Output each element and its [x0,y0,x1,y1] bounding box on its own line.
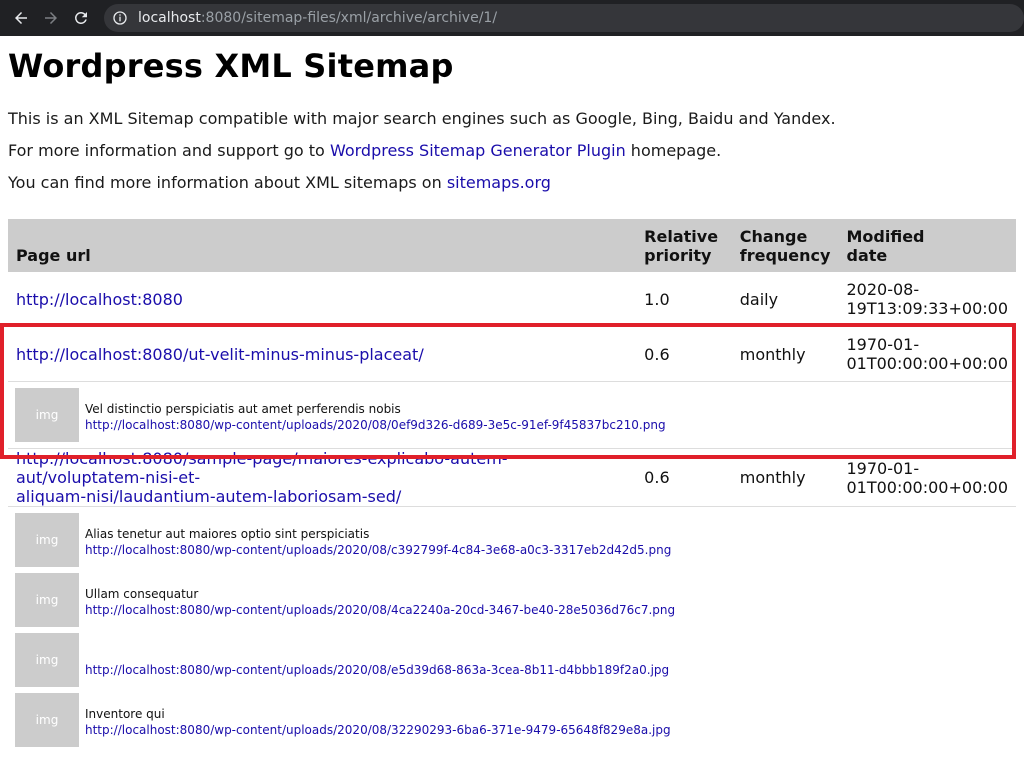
info-icon[interactable] [112,10,128,26]
url-cell: http://localhost:8080/sample-page/maiore… [8,448,637,507]
page-url-link[interactable]: http://localhost:8080/ut-velit-minus-min… [16,345,424,364]
image-caption: Ullam consequatur [85,587,199,601]
page-url-link[interactable]: http://localhost:8080 [16,290,183,309]
priority-cell: 0.6 [636,448,732,507]
url-host: localhost [138,10,201,26]
header-priority-line2: priority [644,246,712,265]
image-info: Inventore qui http://localhost:8080/wp-c… [85,702,671,738]
frequency-cell: monthly [731,448,839,507]
back-arrow-icon [15,12,27,24]
header-date-line1: Modified [846,227,925,246]
image-thumbnail[interactable]: img [15,633,79,687]
intro-text: This is an XML Sitemap compatible with m… [8,103,1016,199]
intro-line-1: This is an XML Sitemap compatible with m… [8,109,836,128]
image-url-link[interactable]: http://localhost:8080/wp-content/uploads… [85,663,669,677]
date-line1: 1970-01- [846,458,920,478]
image-entry: img Vel distinctio perspiciatis aut amet… [15,388,1016,442]
sitemaps-org-link[interactable]: sitemaps.org [447,173,551,192]
image-caption: Inventore qui [85,707,165,721]
image-url-link[interactable]: http://localhost:8080/wp-content/uploads… [85,418,666,432]
url-line1: http://localhost:8080/sample-page/maiore… [16,449,508,487]
modified-date-cell: 2020-08- 19T13:09:33+00:00 [838,272,1016,327]
image-url-link[interactable]: http://localhost:8080/wp-content/uploads… [85,603,675,617]
image-thumbnail[interactable]: img [15,693,79,747]
reload-icon [75,12,87,24]
table-row: http://localhost:8080 1.0 daily 2020-08-… [8,272,1016,327]
browser-toolbar: localhost:8080/sitemap-files/xml/archive… [0,0,1024,36]
intro-line-2-suffix: homepage. [625,141,722,160]
image-info: Ullam consequatur http://localhost:8080/… [85,582,675,618]
date-line2: 01T00:00:00+00:00 [846,354,1008,373]
page-url-link[interactable]: http://localhost:8080/sample-page/maiore… [16,449,508,506]
intro-line-2: For more information and support go to W… [8,135,1016,167]
images-row: img Vel distinctio perspiciatis aut amet… [8,381,1016,449]
image-caption: Vel distinctio perspiciatis aut amet per… [85,402,401,416]
image-info: http://localhost:8080/wp-content/uploads… [85,642,669,678]
url-text[interactable]: localhost:8080/sitemap-files/xml/archive… [138,10,497,26]
frequency-cell: monthly [731,326,839,382]
images-cell: img Vel distinctio perspiciatis aut amet… [8,381,1016,449]
images-cell: img Alias tenetur aut maiores optio sint… [8,507,1016,754]
header-modified-date: Modified date [838,219,1016,272]
header-page-url: Page url [8,219,637,272]
priority-cell: 1.0 [636,272,732,327]
date-line1: 1970-01- [846,335,920,354]
header-frequency: Change frequency [731,219,839,272]
table-header-row: Page url Relative priority Change frequenc… [8,219,1016,272]
date-line2: 01T00:00:00+00:00 [846,477,1008,497]
plugin-link[interactable]: Wordpress Sitemap Generator Plugin [330,141,626,160]
address-bar[interactable]: localhost:8080/sitemap-files/xml/archive… [104,4,1024,32]
header-date-line2: date [846,246,888,265]
forward-button[interactable] [36,3,66,33]
header-freq-line2: frequency [739,246,831,265]
date-line1: 2020-08- [846,280,920,299]
image-info: Vel distinctio perspiciatis aut amet per… [85,397,666,433]
image-entry: img Ullam consequatur http://localhost:8… [15,573,1016,627]
page-content: Wordpress XML Sitemap This is an XML Sit… [0,47,1024,753]
header-priority: Relative priority [636,219,732,272]
image-caption [85,646,669,662]
url-line2: aliquam-nisi/laudantium-autem-laboriosam… [16,487,402,506]
intro-line-3: You can find more information about XML … [8,167,1016,199]
header-priority-line1: Relative [644,227,719,246]
image-url-link[interactable]: http://localhost:8080/wp-content/uploads… [85,723,671,737]
image-info: Alias tenetur aut maiores optio sint per… [85,522,671,558]
image-thumbnail[interactable]: img [15,513,79,567]
modified-date-cell: 1970-01- 01T00:00:00+00:00 [838,326,1016,382]
image-entry: img http://localhost:8080/wp-content/upl… [15,633,1016,687]
priority-cell: 0.6 [636,326,732,382]
image-caption: Alias tenetur aut maiores optio sint per… [85,527,370,541]
modified-date-cell: 1970-01- 01T00:00:00+00:00 [838,448,1016,507]
forward-arrow-icon [45,12,57,24]
date-line2: 19T13:09:33+00:00 [846,299,1008,318]
image-entry: img Inventore qui http://localhost:8080/… [15,693,1016,747]
header-freq-line1: Change [739,227,808,246]
reload-button[interactable] [66,3,96,33]
table-row: http://localhost:8080/sample-page/maiore… [8,448,1016,507]
frequency-cell: daily [731,272,839,327]
images-row: img Alias tenetur aut maiores optio sint… [8,507,1016,754]
url-cell: http://localhost:8080 [8,272,637,327]
url-cell: http://localhost:8080/ut-velit-minus-min… [8,326,637,382]
intro-line-2-prefix: For more information and support go to [8,141,330,160]
url-path: :8080/sitemap-files/xml/archive/archive/… [200,10,498,26]
image-thumbnail[interactable]: img [15,573,79,627]
sitemap-table: Page url Relative priority Change frequenc… [8,219,1016,753]
page-title: Wordpress XML Sitemap [8,47,454,85]
table-row: http://localhost:8080/ut-velit-minus-min… [8,326,1016,382]
image-url-link[interactable]: http://localhost:8080/wp-content/uploads… [85,543,671,557]
image-thumbnail[interactable]: img [15,388,79,442]
back-button[interactable] [6,3,36,33]
image-entry: img Alias tenetur aut maiores optio sint… [15,513,1016,567]
intro-line-3-prefix: You can find more information about XML … [8,173,447,192]
